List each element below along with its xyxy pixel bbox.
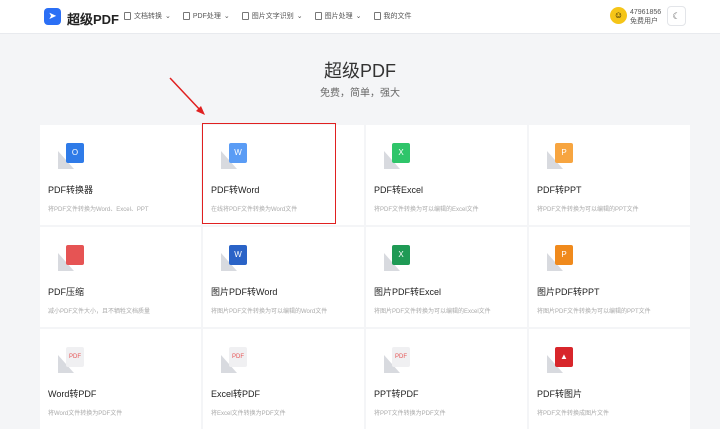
red-arrow-annotation — [169, 77, 205, 115]
